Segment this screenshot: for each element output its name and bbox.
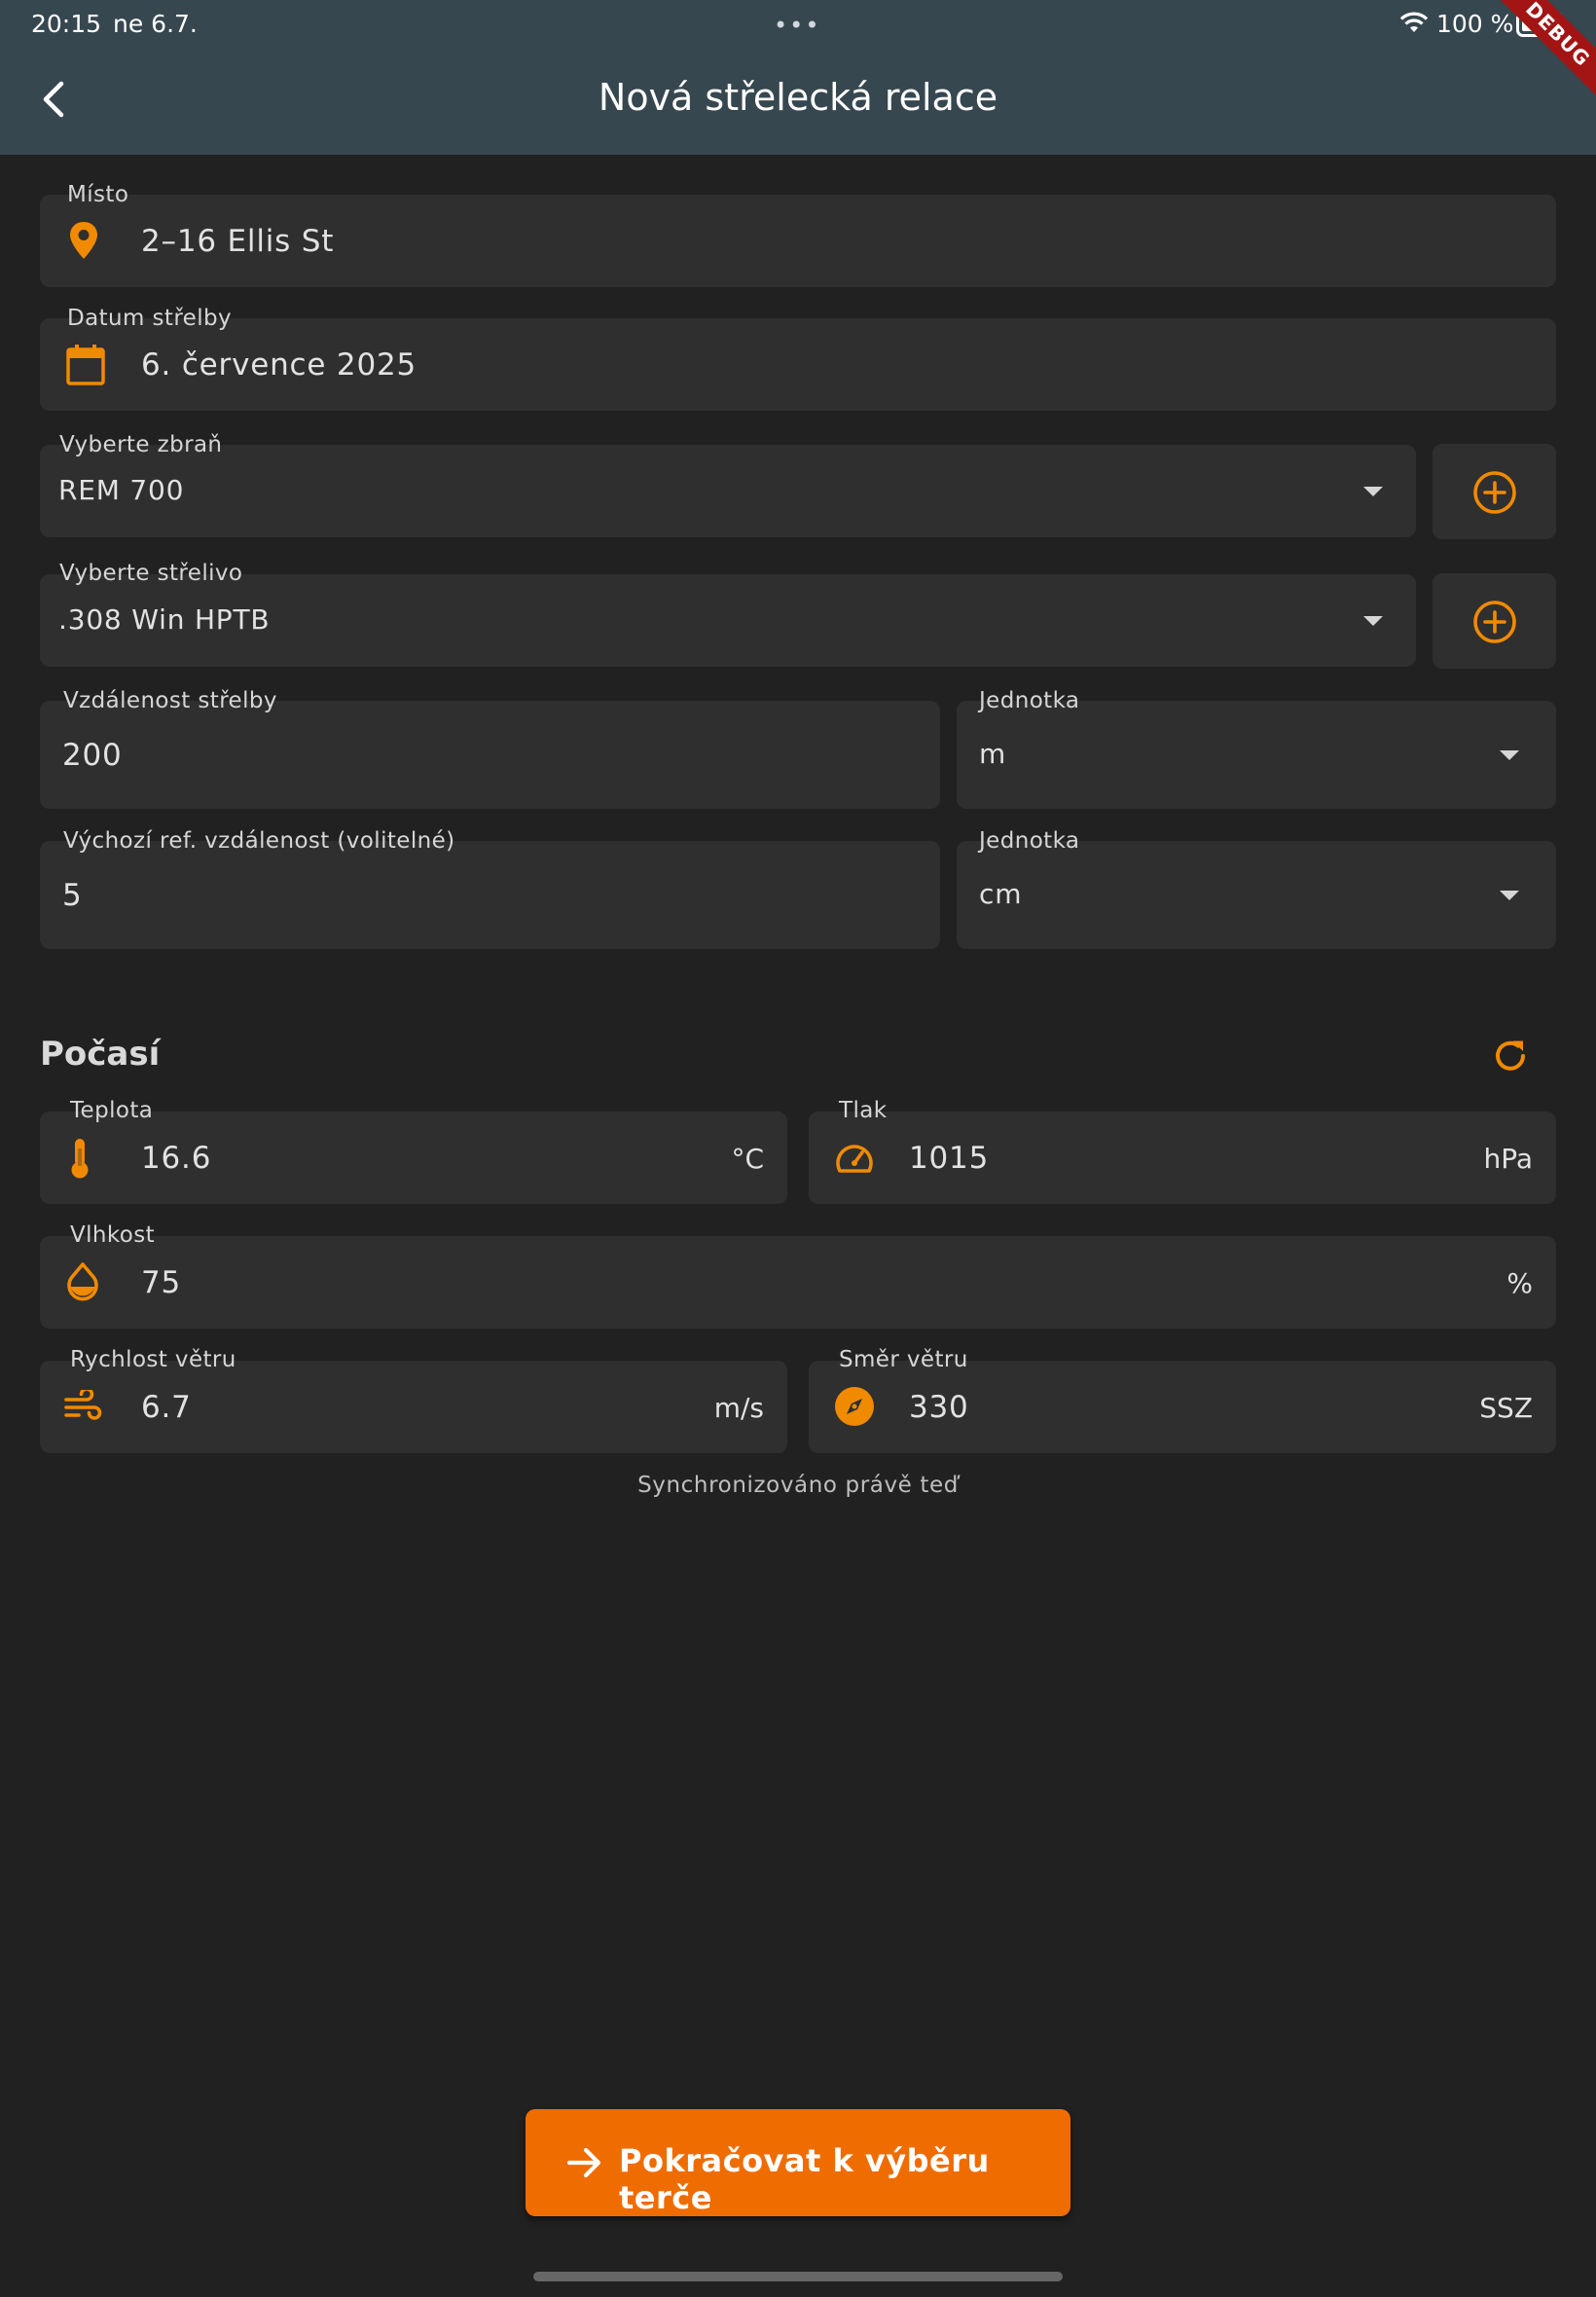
location-field[interactable]: 2–16 Ellis St [40, 195, 1556, 287]
status-date: ne 6.7. [113, 10, 198, 38]
ref-distance-unit-label: Jednotka [979, 828, 1080, 854]
ref-distance-value: 5 [62, 878, 83, 913]
distance-unit-arrow-icon [1500, 750, 1519, 760]
humidity-label: Vlhkost [70, 1222, 156, 1248]
distance-label: Vzdálenost střelby [63, 688, 277, 713]
wind-icon [64, 1390, 102, 1420]
distance-unit-select[interactable]: m [957, 701, 1556, 809]
distance-unit-label: Jednotka [979, 688, 1080, 713]
calendar-icon [66, 345, 105, 385]
ref-distance-input[interactable]: 5 [40, 841, 940, 949]
wind-speed-field[interactable]: 6.7 m/s [40, 1361, 787, 1453]
ammo-label: Vyberte střelivo [59, 561, 243, 586]
app-bar: 20:15 ne 6.7. ••• 100 % DEBUG Nová střel… [0, 0, 1596, 155]
weapon-select[interactable]: REM 700 [40, 445, 1416, 537]
continue-to-target-button[interactable]: Pokračovat k výběru terče [526, 2109, 1070, 2216]
temperature-field[interactable]: 16.6 °C [40, 1112, 787, 1204]
weather-section-title: Počasí [40, 1035, 161, 1074]
ref-distance-unit-arrow-icon [1500, 891, 1519, 900]
sync-status-text: Synchronizováno právě teď [637, 1473, 959, 1498]
ref-distance-unit-value: cm [979, 878, 1023, 910]
pressure-label: Tlak [839, 1098, 888, 1123]
refresh-icon[interactable] [1489, 1035, 1532, 1077]
humidity-value: 75 [141, 1265, 182, 1300]
multitasking-dots[interactable]: ••• [774, 12, 820, 39]
thermometer-icon [71, 1139, 89, 1179]
weapon-value: REM 700 [58, 474, 185, 506]
add-weapon-button[interactable] [1433, 444, 1556, 539]
weapon-label: Vyberte zbraň [59, 432, 223, 457]
distance-input[interactable]: 200 [40, 701, 940, 809]
pressure-field[interactable]: 1015 hPa [809, 1112, 1556, 1204]
page-title: Nová střelecká relace [598, 76, 998, 119]
ref-distance-unit-select[interactable]: cm [957, 841, 1556, 949]
ammo-value: .308 Win HPTB [58, 603, 271, 636]
add-circle-icon [1473, 601, 1516, 643]
ammo-dropdown-arrow-icon [1363, 616, 1383, 626]
gauge-icon [836, 1145, 873, 1173]
compass-icon [835, 1387, 874, 1426]
pressure-value: 1015 [909, 1141, 990, 1176]
humidity-suffix: % [1506, 1267, 1533, 1299]
water-drop-icon [67, 1262, 98, 1301]
arrow-right-icon [566, 2147, 601, 2178]
temperature-value: 16.6 [141, 1141, 212, 1176]
weapon-dropdown-arrow-icon [1363, 487, 1383, 496]
wifi-icon [1399, 12, 1429, 32]
ref-distance-label: Výchozí ref. vzdálenost (volitelné) [63, 828, 455, 854]
battery-percent: 100 % [1436, 10, 1514, 38]
home-indicator[interactable] [533, 2272, 1063, 2281]
date-value: 6. července 2025 [141, 347, 417, 383]
distance-unit-value: m [979, 738, 1007, 770]
location-pin-icon [70, 222, 97, 259]
wind-direction-value: 330 [909, 1390, 969, 1425]
temperature-suffix: °C [731, 1143, 764, 1175]
date-field[interactable]: 6. července 2025 [40, 318, 1556, 411]
location-value: 2–16 Ellis St [141, 224, 335, 259]
wind-speed-suffix: m/s [713, 1392, 764, 1424]
wind-speed-value: 6.7 [141, 1390, 192, 1425]
add-ammo-button[interactable] [1433, 573, 1556, 669]
date-label: Datum střelby [67, 306, 233, 331]
pressure-suffix: hPa [1483, 1143, 1533, 1175]
wind-direction-field[interactable]: 330 SSZ [809, 1361, 1556, 1453]
wind-speed-label: Rychlost větru [70, 1347, 236, 1372]
distance-value: 200 [62, 738, 123, 773]
location-label: Místo [67, 182, 129, 207]
add-circle-icon [1473, 471, 1516, 514]
humidity-field[interactable]: 75 % [40, 1236, 1556, 1329]
temperature-label: Teplota [70, 1098, 154, 1123]
wind-direction-label: Směr větru [839, 1347, 968, 1372]
status-time: 20:15 [31, 10, 102, 38]
ammo-select[interactable]: .308 Win HPTB [40, 574, 1416, 667]
wind-direction-suffix: SSZ [1479, 1392, 1533, 1424]
continue-button-label: Pokračovat k výběru terče [619, 2142, 990, 2216]
